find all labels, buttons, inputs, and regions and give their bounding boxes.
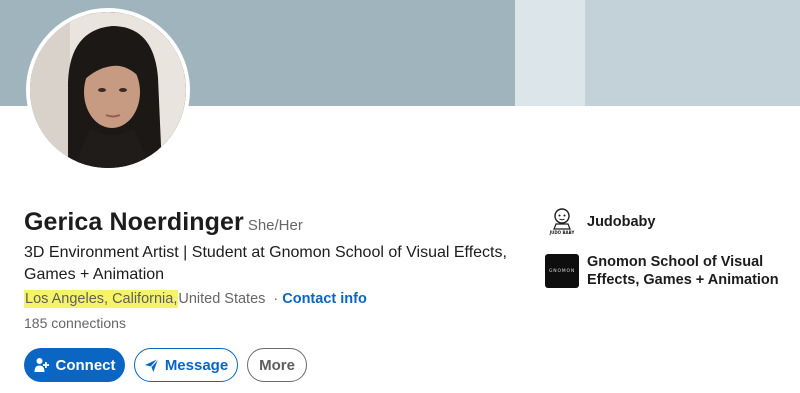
separator-dot: · — [273, 291, 279, 307]
connect-button[interactable]: Connect — [24, 348, 125, 382]
more-label: More — [259, 356, 295, 374]
profile-headline: 3D Environment Artist | Student at Gnomo… — [24, 244, 507, 283]
contact-info-link[interactable]: Contact info — [282, 291, 367, 307]
more-button[interactable]: More — [247, 348, 307, 382]
judobaby-logo-icon: JUDO BABY — [545, 205, 579, 239]
add-person-icon — [34, 357, 50, 373]
org-name: Gnomon School of Visual Effects, Games +… — [587, 254, 779, 288]
org-name: Judobaby — [587, 214, 656, 230]
connect-label: Connect — [55, 356, 116, 374]
org-item-judobaby[interactable]: JUDO BABY Judobaby — [545, 205, 797, 239]
org-item-gnomon[interactable]: GNOMON Gnomon School of Visual Effects, … — [545, 253, 797, 289]
pronouns: She/Her — [247, 217, 303, 234]
judobaby-logo-text: JUDO BABY — [549, 230, 575, 235]
location-country: United States — [178, 291, 266, 307]
gnomon-logo-text: GNOMON — [549, 268, 575, 274]
name-row: Gerica Noerdinger She/Her — [24, 208, 303, 237]
message-button[interactable]: Message — [134, 348, 238, 382]
location-city: Los Angeles, California, — [24, 290, 179, 308]
banner-band — [515, 0, 585, 106]
avatar-photo — [30, 12, 186, 168]
connections-count[interactable]: 185 connections — [24, 315, 126, 331]
message-label: Message — [164, 356, 229, 374]
avatar[interactable] — [26, 8, 190, 172]
send-icon — [144, 358, 159, 373]
profile-name: Gerica Noerdinger — [24, 208, 244, 236]
action-buttons: Connect Message More — [24, 348, 307, 382]
location-row: Los Angeles, California, United States ·… — [24, 288, 367, 310]
gnomon-logo-icon: GNOMON — [545, 254, 579, 288]
banner-band — [585, 0, 800, 106]
